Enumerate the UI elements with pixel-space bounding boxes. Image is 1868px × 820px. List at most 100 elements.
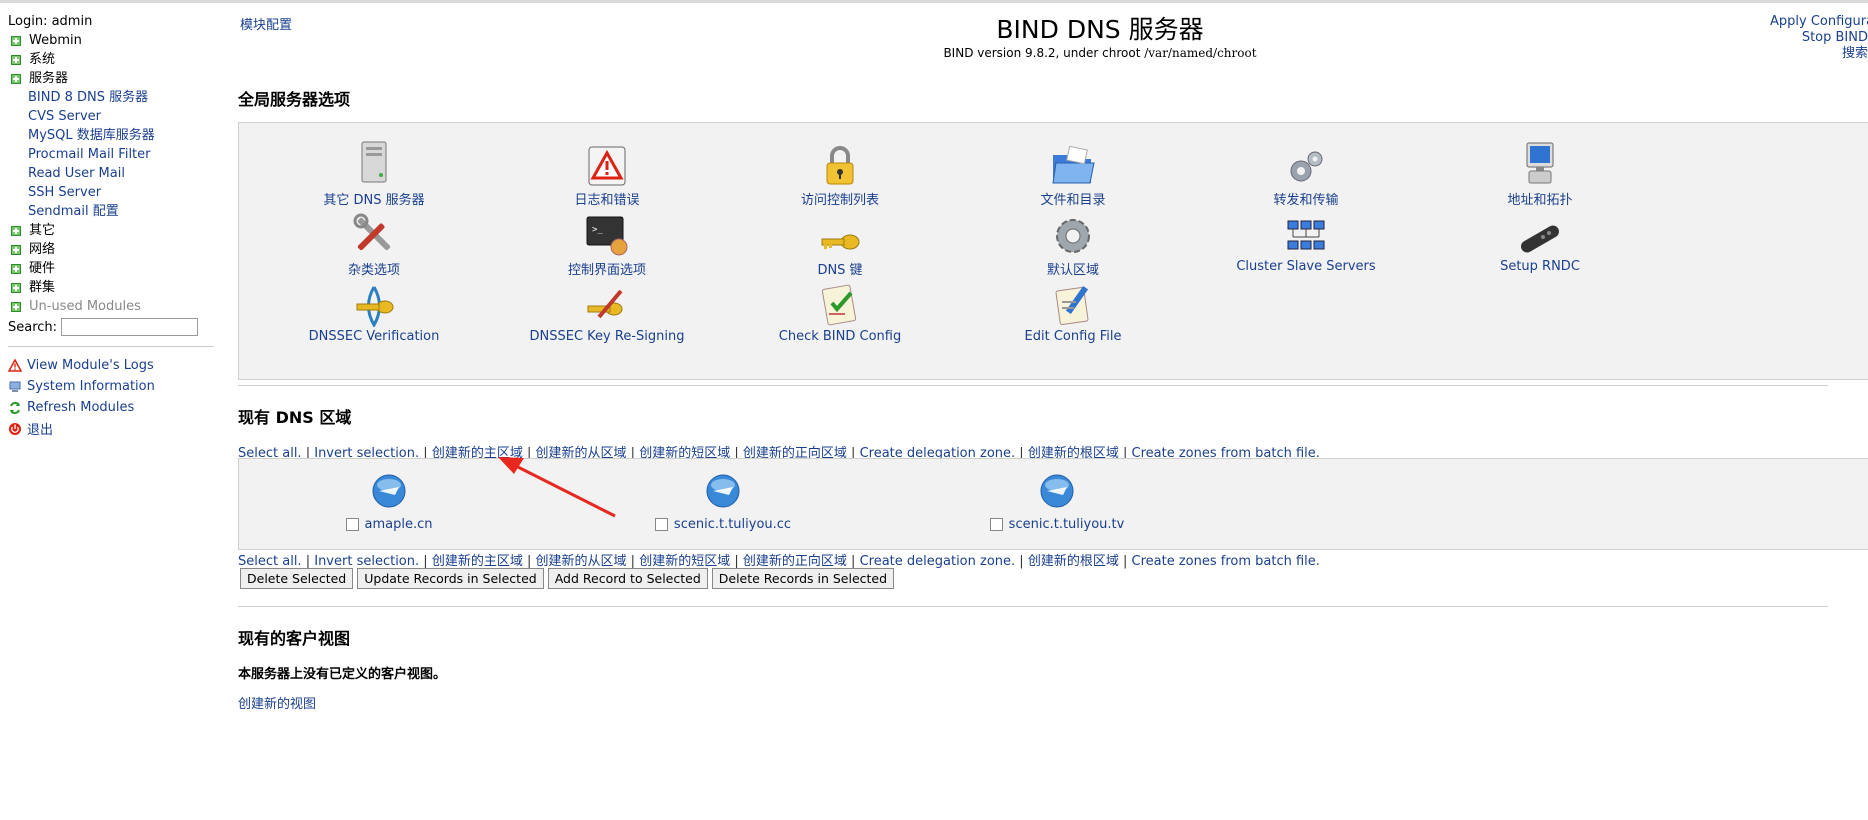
create-delegation-zone-link[interactable]: Create delegation zone. (860, 554, 1016, 569)
option-misc[interactable]: 杂类选项 (259, 205, 489, 278)
zone-name-link[interactable]: scenic.t.tuliyou.tv (1009, 517, 1125, 532)
gear-icon (1056, 219, 1090, 253)
option-other-dns-servers[interactable]: 其它 DNS 服务器 (259, 135, 489, 208)
add-record-button[interactable]: Add Record to Selected (547, 568, 708, 589)
category-servers[interactable]: 服务器 (8, 69, 214, 88)
action-label[interactable]: 退出 (27, 419, 53, 438)
option-cluster-slave-servers[interactable]: Cluster Slave Servers (1191, 205, 1421, 274)
module-config-link[interactable]: 模块配置 (240, 14, 292, 33)
option-edit-config-file[interactable]: Edit Config File (958, 275, 1188, 344)
sidebar-item-sendmail[interactable]: Sendmail 配置 (28, 204, 119, 219)
search-input[interactable] (61, 318, 199, 336)
option-dns-keys[interactable]: DNS 键 (725, 205, 955, 278)
zone-name-link[interactable]: scenic.t.tuliyou.cc (674, 517, 791, 532)
expand-icon[interactable] (11, 282, 21, 293)
expand-icon[interactable] (11, 73, 21, 84)
action-refresh-modules[interactable]: Refresh Modules (8, 397, 214, 418)
expand-icon[interactable] (11, 244, 21, 255)
views-title: 现有的客户视图 (238, 629, 351, 648)
category-system[interactable]: 系统 (8, 50, 214, 69)
delete-selected-button[interactable]: Delete Selected (240, 568, 354, 589)
category-label[interactable]: Webmin (29, 31, 82, 50)
category-other[interactable]: 其它 (8, 221, 214, 240)
zone-item[interactable]: scenic.t.tuliyou.tv (947, 473, 1167, 532)
option-label[interactable]: DNSSEC Key Re-Signing (492, 329, 722, 344)
category-unused[interactable]: Un-used Modules (8, 297, 214, 316)
sidebar-item-ssh[interactable]: SSH Server (28, 185, 101, 200)
apply-configuration-link[interactable]: Apply Configuration (1770, 14, 1868, 29)
chroot-path: /var/named/chroot (1144, 46, 1257, 60)
sidebar-item-read-mail[interactable]: Read User Mail (28, 166, 125, 181)
category-cluster[interactable]: 群集 (8, 278, 214, 297)
zone-item[interactable]: scenic.t.tuliyou.cc (613, 473, 833, 532)
option-dnssec-key-resigning[interactable]: DNSSEC Key Re-Signing (492, 275, 722, 344)
zone-globe-icon[interactable] (371, 473, 407, 509)
create-forward-zone-link[interactable]: 创建新的正向区域 (743, 554, 847, 569)
option-logging-errors[interactable]: 日志和错误 (492, 135, 722, 208)
category-network[interactable]: 网络 (8, 240, 214, 259)
action-label[interactable]: View Module's Logs (27, 358, 154, 373)
create-view-link[interactable]: 创建新的视图 (238, 693, 316, 712)
delete-records-button[interactable]: Delete Records in Selected (711, 568, 895, 589)
option-forwarding-transfers[interactable]: 转发和传输 (1191, 135, 1421, 208)
create-slave-zone-link[interactable]: 创建新的从区域 (536, 554, 627, 569)
category-label[interactable]: 硬件 (29, 259, 55, 278)
option-addresses-topology[interactable]: 地址和拓扑 (1425, 135, 1655, 208)
zone-globe-icon[interactable] (1039, 473, 1075, 509)
invert-selection-link[interactable]: Invert selection. (314, 554, 419, 569)
expand-icon[interactable] (11, 263, 21, 274)
expand-icon[interactable] (11, 225, 21, 236)
option-label[interactable]: Edit Config File (958, 329, 1188, 344)
stop-bind-link[interactable]: Stop BIND (1802, 30, 1868, 45)
sidebar-item-cvs[interactable]: CVS Server (28, 109, 101, 124)
option-access-control[interactable]: 访问控制列表 (725, 135, 955, 208)
option-files-directories[interactable]: 文件和目录 (958, 135, 1188, 208)
option-control-interface[interactable]: >_ 控制界面选项 (492, 205, 722, 278)
zone-name-link[interactable]: amaple.cn (365, 517, 433, 532)
action-label[interactable]: Refresh Modules (27, 400, 134, 415)
option-label[interactable]: Setup RNDC (1425, 259, 1655, 274)
option-check-bind-config[interactable]: Check BIND Config (725, 275, 955, 344)
edit-icon (1055, 285, 1089, 326)
expand-icon[interactable] (11, 301, 21, 312)
create-batch-zones-link[interactable]: Create zones from batch file. (1132, 554, 1320, 569)
system-info-icon (9, 381, 21, 392)
create-master-zone-link[interactable]: 创建新的主区域 (432, 554, 523, 569)
select-all-link[interactable]: Select all. (238, 554, 302, 569)
category-label[interactable]: Un-used Modules (29, 297, 141, 316)
create-root-zone-link[interactable]: 创建新的根区域 (1028, 554, 1119, 569)
option-label[interactable]: Cluster Slave Servers (1191, 259, 1421, 274)
expand-icon[interactable] (11, 54, 21, 65)
action-view-logs[interactable]: View Module's Logs (8, 355, 214, 376)
zone-checkbox[interactable] (989, 518, 1003, 531)
option-setup-rndc[interactable]: Setup RNDC (1425, 205, 1655, 274)
update-records-button[interactable]: Update Records in Selected (357, 568, 544, 589)
option-default-zones[interactable]: 默认区域 (958, 205, 1188, 278)
category-hardware[interactable]: 硬件 (8, 259, 214, 278)
action-logout[interactable]: 退出 (8, 418, 214, 439)
zone-item[interactable]: amaple.cn (279, 473, 499, 532)
expand-icon[interactable] (11, 35, 21, 46)
sidebar-item-bind8[interactable]: BIND 8 DNS 服务器 (28, 90, 148, 105)
category-label[interactable]: 系统 (29, 50, 55, 69)
logout-icon (9, 422, 21, 435)
category-webmin[interactable]: Webmin (8, 31, 214, 50)
action-system-info[interactable]: System Information (8, 376, 214, 397)
sidebar-item-mysql[interactable]: MySQL 数据库服务器 (28, 128, 155, 143)
tools-icon (353, 213, 391, 251)
zone-checkbox[interactable] (654, 518, 668, 531)
action-label[interactable]: System Information (27, 379, 155, 394)
zone-globe-icon[interactable] (705, 473, 741, 509)
search-link[interactable]: 搜索 (1842, 46, 1868, 61)
category-label[interactable]: 其它 (29, 221, 55, 240)
create-stub-zone-link[interactable]: 创建新的短区域 (639, 554, 730, 569)
zone-checkbox[interactable] (345, 518, 359, 531)
category-label[interactable]: 群集 (29, 278, 55, 297)
lock-icon (826, 146, 854, 185)
category-label[interactable]: 网络 (29, 240, 55, 259)
category-label[interactable]: 服务器 (29, 69, 68, 88)
option-label[interactable]: Check BIND Config (725, 329, 955, 344)
option-label[interactable]: DNSSEC Verification (259, 329, 489, 344)
option-dnssec-verification[interactable]: DNSSEC Verification (259, 275, 489, 344)
sidebar-item-procmail[interactable]: Procmail Mail Filter (28, 147, 151, 162)
